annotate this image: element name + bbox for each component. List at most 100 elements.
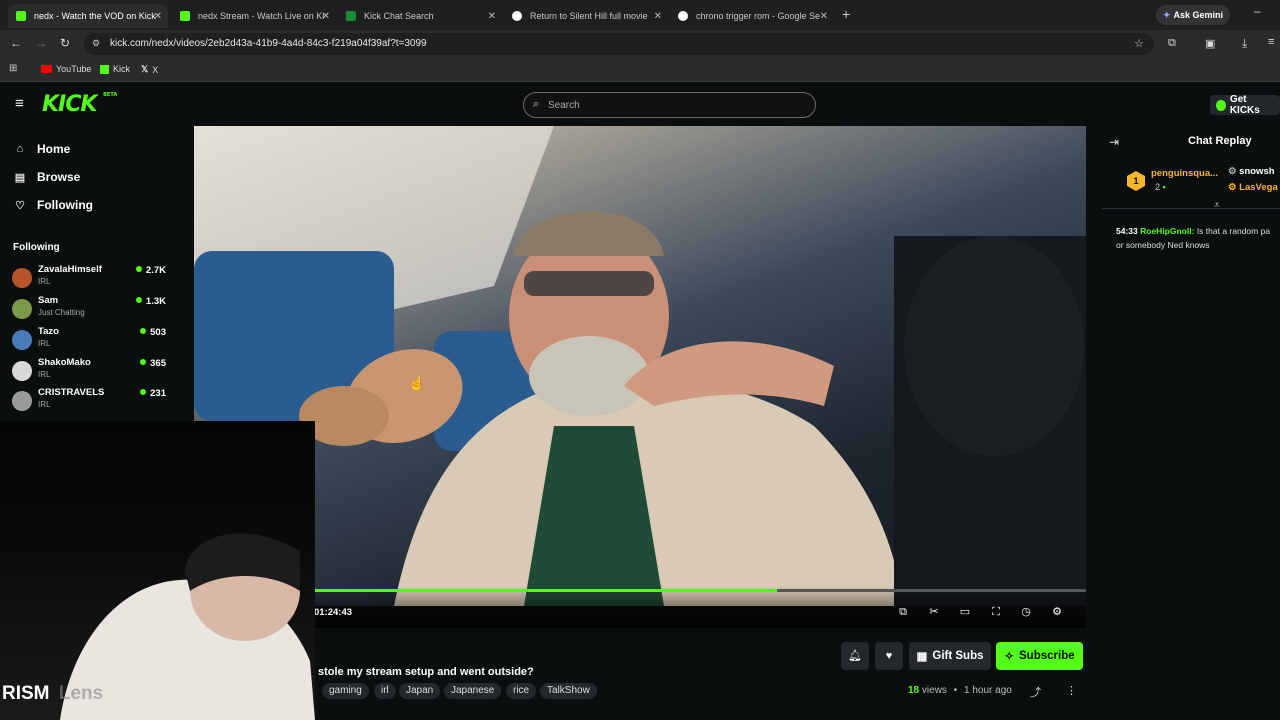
address-bar[interactable]: ⚙ kick.com/nedx/videos/2eb2d43a-41b9-4a4… — [84, 33, 1154, 55]
video-player[interactable] — [194, 126, 1086, 606]
close-tab-icon[interactable]: ✕ — [154, 11, 162, 22]
new-tab-button[interactable]: + — [842, 6, 850, 22]
tag-rice[interactable]: rice — [506, 683, 537, 699]
hamburger-menu-icon[interactable]: ≡ — [15, 95, 24, 112]
fullscreen-icon[interactable]: ⛶ — [989, 605, 1003, 619]
site-info-icon[interactable]: ⚙ — [92, 38, 100, 49]
browser-tab-5[interactable]: chrono trigger rom - Google Se ✕ — [670, 4, 834, 28]
tag-talkshow[interactable]: TalkShow — [540, 683, 597, 699]
followed-channel-sam[interactable]: Sam Just Chatting 1.3K — [12, 295, 168, 323]
close-tab-icon[interactable]: ✕ — [820, 11, 828, 22]
close-tab-icon[interactable]: ✕ — [488, 11, 496, 22]
followed-channel-zavalahimself[interactable]: ZavalaHimself IRL 2.7K — [12, 264, 168, 292]
leaderboard-user-3[interactable]: ⚙ LasVega — [1228, 182, 1278, 193]
current-time: 01:24:43 — [314, 607, 353, 618]
tag-japan[interactable]: Japan — [399, 683, 441, 699]
address-toolbar: ← → ↻ ⚙ kick.com/nedx/videos/2eb2d43a-41… — [0, 30, 1280, 58]
viewer-count: 503 — [140, 327, 166, 338]
settings-gear-icon[interactable]: ⚙ — [1050, 605, 1064, 619]
search-icon: ⌕ — [533, 98, 540, 110]
followed-channel-tazo[interactable]: Tazo IRL 503 — [12, 326, 168, 354]
home-icon: ⌂ — [16, 143, 24, 155]
ask-gemini-button[interactable]: ✦ Ask Gemini — [1156, 5, 1230, 25]
stats-separator: • — [953, 685, 958, 696]
search-input[interactable]: ⌕ Search — [523, 92, 816, 118]
menu-icon[interactable]: ≡ — [1268, 36, 1274, 48]
clip-icon[interactable]: ✂ — [927, 605, 941, 619]
kick-logo[interactable]: KICK BETA — [42, 92, 117, 117]
gemini-icon: ✦ — [1162, 9, 1171, 20]
expand-leaderboard-icon[interactable]: ⩡ — [1214, 200, 1220, 211]
kicks-coin-icon — [1216, 99, 1226, 111]
tab-label: chrono trigger rom - Google Se — [696, 11, 821, 21]
chat-title: Chat Replay — [1188, 135, 1252, 147]
rank-number: 1 — [1133, 176, 1139, 186]
gift-subs-label: Gift Subs — [932, 650, 984, 662]
subscribe-button[interactable]: ✧ Subscribe — [996, 642, 1083, 670]
channel-name: ZavalaHimself — [38, 264, 102, 275]
chat-username[interactable]: RoeHipGnoll: — [1140, 226, 1194, 236]
close-tab-icon[interactable]: ✕ — [322, 11, 330, 22]
reload-icon[interactable]: ↻ — [60, 36, 70, 50]
extensions-icon[interactable]: ⧉ — [1168, 37, 1176, 50]
sidebar-item-following[interactable]: ♡ Following — [13, 198, 93, 212]
share-icon[interactable]: ⤴ — [1030, 684, 1041, 700]
apps-grid-icon[interactable]: ⊞ — [9, 63, 17, 74]
browser-tab-3[interactable]: Kick Chat Search ✕ — [338, 4, 502, 28]
heart-icon: ♥ — [885, 650, 893, 662]
sidebar-item-home[interactable]: ⌂ Home — [13, 142, 71, 156]
followed-channel-cristravels[interactable]: CRISTRAVELS IRL 231 — [12, 387, 168, 415]
bookmark-label: X — [152, 64, 159, 75]
leaderboard-name: LasVega — [1239, 182, 1278, 193]
bookmark-star-icon[interactable]: ☆ — [1134, 37, 1144, 50]
avatar — [12, 299, 32, 319]
follow-heart-button[interactable]: ♥ — [875, 642, 903, 670]
channel-name: CRISTRAVELS — [38, 387, 105, 398]
video-frame — [194, 126, 1086, 606]
leaderboard-user-2[interactable]: ⚙ snowsh — [1228, 166, 1275, 177]
followed-channel-shakomako[interactable]: ShakoMako IRL 365 — [12, 357, 168, 385]
gear-badge-icon: ⚙ — [1228, 182, 1237, 193]
leaderboard-user[interactable]: penguinsqua... — [1151, 168, 1218, 179]
gear-badge-icon: ⚙ — [1228, 166, 1237, 177]
browser-tab-4[interactable]: Return to Silent Hill full movie ✕ — [504, 4, 668, 28]
tag-japanese[interactable]: Japanese — [444, 683, 502, 699]
sidebar-item-browse[interactable]: ▤ Browse — [13, 170, 81, 184]
download-icon[interactable]: ⤓ — [1242, 36, 1247, 51]
tab-label: nedx Stream - Watch Live on Ki — [198, 11, 325, 21]
browser-tab-1[interactable]: nedx - Watch the VOD on Kick ✕ — [8, 4, 168, 28]
bookmark-label: Kick — [113, 64, 131, 74]
sidebar-item-label: Following — [37, 198, 93, 212]
minimize-window-icon[interactable]: – — [1254, 4, 1261, 18]
more-options-icon[interactable]: ⋮ — [1066, 684, 1077, 697]
leaderboard-count-value: 2 — [1155, 182, 1161, 192]
kick-favicon-icon — [180, 11, 190, 21]
seek-bar[interactable] — [314, 589, 1086, 592]
browser-tab-2[interactable]: nedx Stream - Watch Live on Ki ✕ — [172, 4, 336, 28]
theater-mode-icon[interactable]: ▭ — [958, 605, 972, 619]
get-kicks-button[interactable]: Get KICKs — [1210, 94, 1280, 116]
miniplayer-icon[interactable]: ⧉ — [896, 605, 910, 619]
forward-icon[interactable]: → — [35, 36, 47, 50]
views-count: 18 — [908, 685, 920, 696]
search-placeholder: Search — [548, 100, 580, 111]
google-favicon-icon — [678, 11, 688, 21]
bookmark-kick[interactable]: Kick — [100, 64, 130, 74]
collapse-chat-icon[interactable]: ⇥ — [1109, 135, 1119, 149]
bookmark-youtube[interactable]: YouTube — [41, 64, 91, 74]
kick-favicon-icon — [16, 11, 26, 21]
tag-gaming[interactable]: gaming — [322, 683, 369, 699]
avatar — [12, 268, 32, 288]
gift-subs-button[interactable]: ▦ Gift Subs — [909, 642, 991, 670]
side-panel-icon[interactable]: ▣ — [1205, 37, 1215, 50]
bookmark-x[interactable]: 𝕏 X — [141, 64, 158, 75]
channel-category: IRL — [38, 370, 51, 379]
tag-irl[interactable]: irl — [374, 683, 396, 699]
channel-category: Just Chatting — [38, 308, 85, 317]
notification-bell-button[interactable]: 🔔︎ — [841, 642, 869, 670]
playback-speed-icon[interactable]: ◷ — [1019, 605, 1033, 619]
close-tab-icon[interactable]: ✕ — [654, 11, 662, 22]
back-icon[interactable]: ← — [10, 36, 22, 50]
chat-timestamp: 54:33 — [1116, 226, 1138, 236]
watermark-faded-text: Lens — [58, 683, 104, 704]
